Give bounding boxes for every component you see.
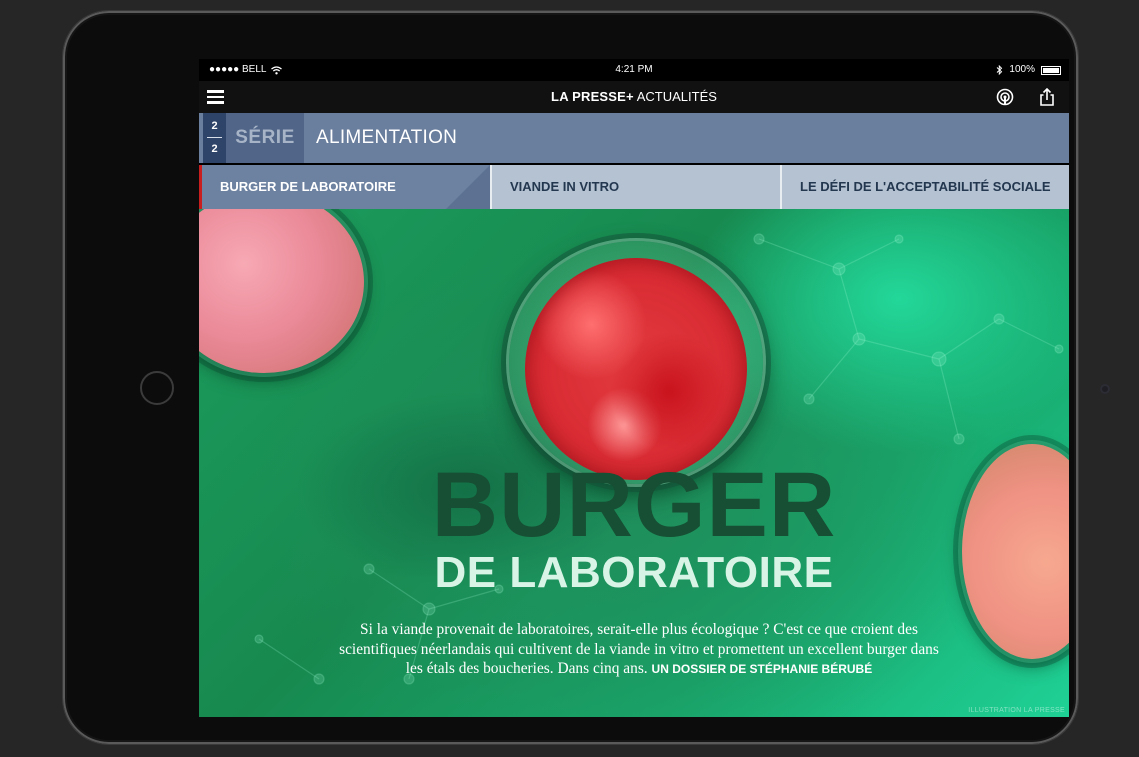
app-bar: LA PRESSE+ ACTUALITÉS xyxy=(199,81,1069,113)
camera-icon xyxy=(1100,384,1110,394)
chapter-tabs: BURGER DE LABORATOIRE VIANDE IN VITRO LE… xyxy=(199,165,1069,209)
byline-link[interactable]: UN DOSSIER DE STÉPHANIE BÉRUBÉ xyxy=(652,662,873,676)
home-button[interactable] xyxy=(140,371,174,405)
podcast-icon[interactable] xyxy=(996,88,1014,106)
section-name: ACTUALITÉS xyxy=(636,89,717,104)
series-label: SÉRIE xyxy=(226,113,304,163)
share-icon[interactable] xyxy=(1038,88,1056,106)
battery-percent: 100% xyxy=(1009,64,1035,75)
status-bar: ●●●●● BELL 4:21 PM 100% xyxy=(199,59,1069,81)
series-part-divider xyxy=(207,137,222,138)
brand-name: LA PRESSE+ xyxy=(551,89,634,104)
tab-viande-in-vitro[interactable]: VIANDE IN VITRO xyxy=(490,165,780,209)
tab-label: VIANDE IN VITRO xyxy=(510,179,620,194)
tablet-frame: ●●●●● BELL 4:21 PM 100% LA PRESSE+ ACTUA… xyxy=(63,11,1110,744)
series-bar: 2 2 SÉRIE ALIMENTATION xyxy=(199,113,1069,163)
article-headline: BURGER xyxy=(431,454,837,556)
clock: 4:21 PM xyxy=(615,64,653,75)
tab-label: BURGER DE LABORATOIRE xyxy=(220,179,396,194)
tab-defi-acceptabilite-sociale[interactable]: LE DÉFI DE L'ACCEPTABILITÉ SOCIALE xyxy=(780,165,1069,209)
screen: ●●●●● BELL 4:21 PM 100% LA PRESSE+ ACTUA… xyxy=(199,59,1069,717)
series-title: ALIMENTATION xyxy=(316,127,458,148)
series-part-indicator: 2 2 xyxy=(203,113,226,163)
article-subhead: DE LABORATOIRE xyxy=(434,548,834,597)
illustration-credit: ILLUSTRATION LA PRESSE xyxy=(968,707,1065,714)
tab-burger-de-laboratoire[interactable]: BURGER DE LABORATOIRE xyxy=(199,165,490,209)
status-right: 100% xyxy=(996,59,1061,81)
hero-illustration: BURGER DE LABORATOIRE Si la viande prove… xyxy=(199,209,1069,717)
series-part-number: 2 xyxy=(211,120,218,132)
article-deck: Si la viande provenait de laboratoires, … xyxy=(339,620,939,680)
series-part-total: 2 xyxy=(211,143,218,155)
burger-patty xyxy=(525,258,747,480)
bluetooth-icon xyxy=(997,65,1003,75)
app-title: LA PRESSE+ ACTUALITÉS xyxy=(199,81,1069,113)
battery-icon xyxy=(1041,65,1061,75)
tab-label: LE DÉFI DE L'ACCEPTABILITÉ SOCIALE xyxy=(800,179,1051,194)
